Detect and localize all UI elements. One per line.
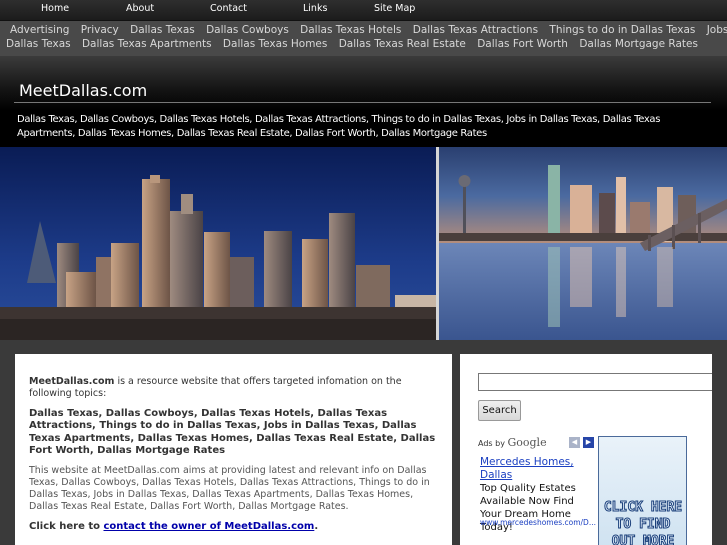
nav-home-link[interactable]: Home <box>41 3 69 14</box>
google-logo-text: Google <box>507 436 547 449</box>
site-name: MeetDallas.com <box>29 376 115 387</box>
banner-ad[interactable]: CLICK HERE TO FIND OUT MORE <box>598 436 687 545</box>
ad-url-link[interactable]: www.mercedeshomes.com/D... <box>480 518 600 527</box>
link-item[interactable]: Dallas Texas Hotels <box>300 24 401 36</box>
ads-by-google-label[interactable]: Ads by Google <box>478 436 547 449</box>
top-navigation: Home About Contact Links Site Map <box>0 0 727 21</box>
links-list: Advertising Privacy Dallas Texas Dallas … <box>6 23 727 51</box>
link-item[interactable]: Things to do in Dallas Texas <box>549 24 695 36</box>
body-paragraph: This website at MeetDallas.com aims at p… <box>29 465 430 513</box>
nav-sitemap-link[interactable]: Site Map <box>374 3 415 14</box>
main-content-text: MeetDallas.com is a resource website tha… <box>29 376 437 541</box>
link-item[interactable]: Dallas Texas Attractions <box>413 24 538 36</box>
next-ad-arrow-icon[interactable]: ▶ <box>583 437 594 448</box>
sidebar-panel: Search Ads by Google ◀ ▶ Mercedes Homes,… <box>460 354 712 545</box>
link-item[interactable]: Dallas Cowboys <box>206 24 289 36</box>
link-item[interactable]: Dallas Texas Homes <box>223 38 327 50</box>
nav-about-link[interactable]: About <box>126 3 154 14</box>
contact-prefix: Click here to <box>29 521 104 533</box>
link-item[interactable]: Privacy <box>81 24 119 36</box>
banner-ad-text: CLICK HERE TO FIND OUT MORE <box>603 500 683 545</box>
title-divider <box>14 102 711 103</box>
link-item[interactable]: Dallas Mortgage Rates <box>579 38 698 50</box>
intro-paragraph: MeetDallas.com is a resource website tha… <box>29 376 437 400</box>
search-button[interactable]: Search <box>478 400 521 421</box>
header-banner: MeetDallas.com Dallas Texas, Dallas Cowb… <box>0 56 727 147</box>
links-strip: Advertising Privacy Dallas Texas Dallas … <box>0 21 727 56</box>
nav-contact-link[interactable]: Contact <box>210 3 247 14</box>
link-item[interactable]: Dallas Texas Real Estate <box>339 38 466 50</box>
site-title[interactable]: MeetDallas.com <box>19 81 147 100</box>
contact-owner-link[interactable]: contact the owner of MeetDallas.com <box>103 521 314 532</box>
topics-list: Dallas Texas, Dallas Cowboys, Dallas Tex… <box>29 408 436 456</box>
contact-line: Click here to contact the owner of MeetD… <box>29 521 437 533</box>
dallas-skyline-image <box>0 147 727 340</box>
prev-ad-arrow-icon[interactable]: ◀ <box>569 437 580 448</box>
nav-links-link[interactable]: Links <box>303 3 327 14</box>
search-input[interactable] <box>478 373 712 391</box>
ads-by-text: Ads by <box>478 439 505 448</box>
link-item[interactable]: Advertising <box>10 24 69 36</box>
link-item[interactable]: Dallas Texas Apartments <box>82 38 212 50</box>
contact-suffix: . <box>314 521 319 533</box>
ad-title-link[interactable]: Mercedes Homes, Dallas <box>480 456 592 482</box>
main-content-panel: MeetDallas.com is a resource website tha… <box>15 354 452 545</box>
link-item[interactable]: Dallas Texas <box>130 24 195 36</box>
link-item[interactable]: Dallas Fort Worth <box>477 38 568 50</box>
header-topics: Dallas Texas, Dallas Cowboys, Dallas Tex… <box>17 114 661 139</box>
